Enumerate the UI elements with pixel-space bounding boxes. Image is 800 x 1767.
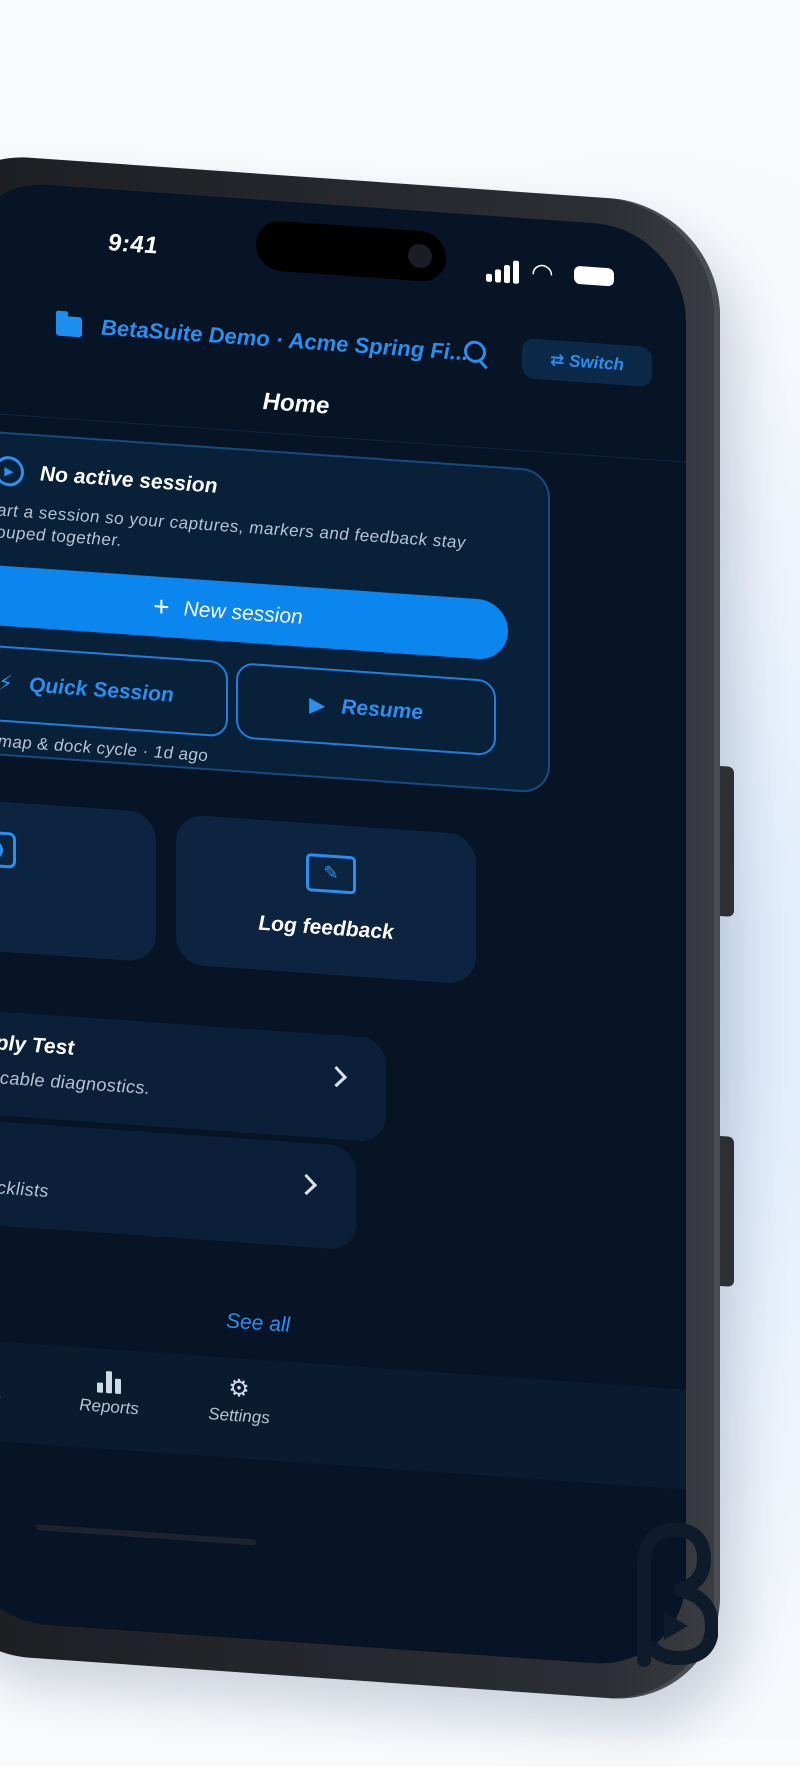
- tab-sessions-label: sions: [0, 1387, 1, 1409]
- list-item-title: Supply Test: [0, 1028, 75, 1060]
- tab-settings[interactable]: ⚙ Settings: [174, 1370, 304, 1431]
- quick-session-label: Quick Session: [29, 673, 174, 707]
- tab-settings-label: Settings: [208, 1404, 270, 1428]
- list-item[interactable]: Supply Test ort + cable diagnostics.: [0, 1005, 386, 1143]
- switch-label: Switch: [569, 351, 624, 375]
- status-time: 9:41: [108, 229, 159, 260]
- chevron-right-icon: [295, 1173, 318, 1196]
- swap-arrows-icon: ⇄: [550, 350, 570, 371]
- tab-reports[interactable]: Reports: [44, 1361, 174, 1422]
- new-session-button[interactable]: + New session: [0, 561, 508, 662]
- tab-sessions[interactable]: ⏱ sions: [0, 1352, 46, 1413]
- feedback-icon: ✎: [306, 852, 356, 895]
- new-session-label: New session: [183, 597, 303, 629]
- bar-chart-icon: [44, 1361, 174, 1402]
- phone-mockup: 9:41 ◠ BetaSuite Demo · Acme Spring Fi..…: [0, 150, 734, 1767]
- tab-bar: ⏱ sions Reports ⚙ Settings: [0, 1338, 686, 1490]
- play-icon: ▶: [309, 693, 326, 718]
- phone-frame: 9:41 ◠ BetaSuite Demo · Acme Spring Fi..…: [0, 150, 734, 1706]
- search-icon[interactable]: [464, 340, 486, 364]
- tab-reports-label: Reports: [79, 1395, 139, 1419]
- status-bar: 9:41 ◠: [0, 179, 686, 320]
- log-feedback-tile[interactable]: ✎ Log feedback: [176, 813, 476, 985]
- camera-lens: [408, 243, 432, 269]
- log-feedback-label: Log feedback: [258, 911, 394, 945]
- chevron-right-icon: [325, 1066, 348, 1088]
- gear-icon: ⚙: [228, 1374, 250, 1404]
- last-session-info: yard map & dock cycle · 1d ago: [0, 729, 209, 766]
- camera-icon: [0, 829, 16, 869]
- signal-icon: [486, 258, 526, 285]
- battery-icon: [574, 265, 614, 287]
- home-indicator: [36, 1524, 256, 1546]
- list-item-subtitle: ort + cable diagnostics.: [0, 1065, 151, 1099]
- see-all-link[interactable]: See all: [226, 1309, 290, 1337]
- stopwatch-icon: ⏱: [0, 1352, 46, 1393]
- plus-icon: +: [153, 590, 170, 623]
- capture-label: pture: [0, 890, 156, 929]
- bolt-icon: ⚡: [0, 671, 13, 696]
- play-circle-icon: ▶: [0, 455, 24, 488]
- side-button: [720, 765, 734, 917]
- session-card: ▶ No active session Start a session so y…: [0, 426, 550, 795]
- capture-tile[interactable]: pture: [0, 795, 156, 963]
- session-status-title: No active session: [40, 462, 218, 498]
- resume-button[interactable]: ▶ Resume: [236, 662, 496, 757]
- quick-session-button[interactable]: ⚡ Quick Session: [0, 641, 228, 738]
- app-screen: 9:41 ◠ BetaSuite Demo · Acme Spring Fi..…: [0, 178, 686, 1670]
- side-button: [720, 1135, 734, 1287]
- project-selector[interactable]: BetaSuite Demo · Acme Spring Fi...: [101, 315, 468, 367]
- brand-logo: [637, 1523, 718, 1667]
- dynamic-island: [256, 219, 446, 283]
- list-item-subtitle: t checklists: [0, 1175, 49, 1202]
- folder-icon[interactable]: [56, 315, 82, 338]
- wifi-icon: ◠: [531, 256, 554, 289]
- switch-button[interactable]: ⇄ Switch: [522, 338, 652, 388]
- resume-label: Resume: [341, 695, 423, 725]
- session-description: Start a session so your captures, marker…: [0, 499, 466, 553]
